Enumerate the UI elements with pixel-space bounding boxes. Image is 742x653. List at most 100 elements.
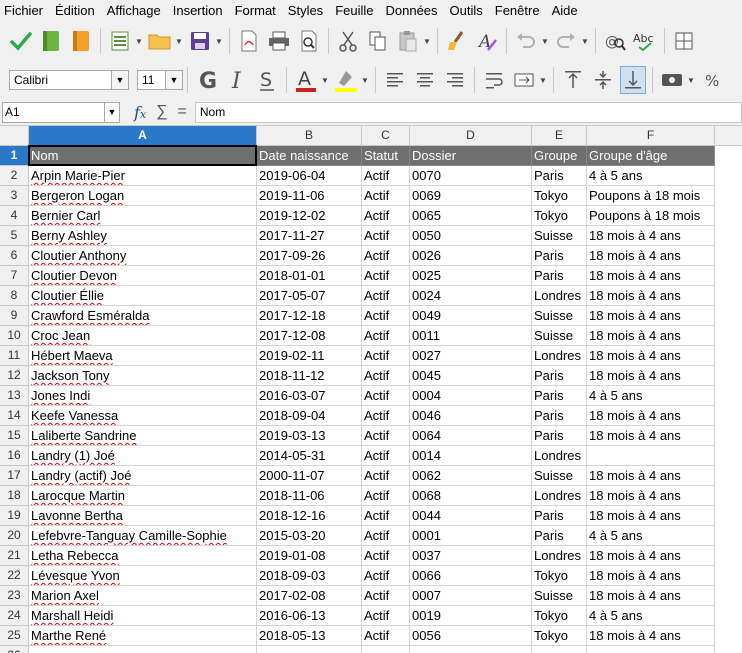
select-all-corner[interactable] bbox=[0, 126, 29, 146]
table-cell[interactable]: Actif bbox=[362, 266, 410, 286]
table-cell[interactable] bbox=[587, 446, 715, 466]
table-cell[interactable]: Actif bbox=[362, 486, 410, 506]
table-cell[interactable]: 0062 bbox=[410, 466, 532, 486]
table-cell[interactable]: Croc Jean bbox=[29, 326, 257, 346]
cut-icon[interactable] bbox=[335, 27, 361, 55]
table-cell[interactable]: Lefebvre-Tanguay Camille-Sophie bbox=[29, 526, 257, 546]
table-cell[interactable]: 0064 bbox=[410, 426, 532, 446]
table-cell[interactable]: Larocque Martin bbox=[29, 486, 257, 506]
row-header[interactable]: 3 bbox=[0, 186, 29, 206]
row-column-grid-icon[interactable] bbox=[671, 27, 697, 55]
table-cell[interactable]: 18 mois à 4 ans bbox=[587, 286, 715, 306]
menu-item[interactable]: Fenêtre bbox=[489, 0, 546, 21]
table-cell[interactable]: 2018-11-06 bbox=[257, 486, 362, 506]
table-cell[interactable]: 0046 bbox=[410, 406, 532, 426]
table-cell[interactable]: 4 à 5 ans bbox=[587, 526, 715, 546]
empty-cell[interactable] bbox=[410, 646, 532, 653]
table-cell[interactable]: Landry (1) Joé bbox=[29, 446, 257, 466]
table-cell[interactable]: Lavonne Bertha bbox=[29, 506, 257, 526]
row-header[interactable]: 12 bbox=[0, 366, 29, 386]
font-size-combo[interactable]: 11 ▼ bbox=[137, 70, 183, 90]
table-cell[interactable]: 2018-09-03 bbox=[257, 566, 362, 586]
table-cell[interactable]: 18 mois à 4 ans bbox=[587, 506, 715, 526]
table-cell[interactable]: Paris bbox=[532, 506, 587, 526]
undo-icon[interactable] bbox=[513, 27, 539, 55]
table-cell[interactable]: Tokyo bbox=[532, 566, 587, 586]
table-cell[interactable]: 2016-03-07 bbox=[257, 386, 362, 406]
table-cell[interactable]: 2017-12-08 bbox=[257, 326, 362, 346]
table-cell[interactable]: Suisse bbox=[532, 586, 587, 606]
menu-item[interactable]: Fichier bbox=[0, 0, 49, 21]
name-box[interactable]: A1 ▼ bbox=[2, 101, 120, 123]
table-cell[interactable]: Cloutier Anthony bbox=[29, 246, 257, 266]
table-cell[interactable]: 0068 bbox=[410, 486, 532, 506]
table-cell[interactable]: Tokyo bbox=[532, 606, 587, 626]
formula-input[interactable]: Nom bbox=[194, 101, 742, 123]
table-cell[interactable]: Berny Ashley bbox=[29, 226, 257, 246]
row-header[interactable]: 1 bbox=[0, 146, 29, 166]
table-cell[interactable]: Keefe Vanessa bbox=[29, 406, 257, 426]
row-header[interactable]: 21 bbox=[0, 546, 29, 566]
table-cell[interactable]: 18 mois à 4 ans bbox=[587, 626, 715, 646]
table-cell[interactable]: 2019-06-04 bbox=[257, 166, 362, 186]
table-cell[interactable]: 0044 bbox=[410, 506, 532, 526]
row-header[interactable]: 19 bbox=[0, 506, 29, 526]
menu-item[interactable]: Affichage bbox=[101, 0, 167, 21]
menu-item[interactable]: Feuille bbox=[329, 0, 379, 21]
table-cell[interactable]: 0037 bbox=[410, 546, 532, 566]
table-cell[interactable]: Actif bbox=[362, 406, 410, 426]
checkmark-icon[interactable] bbox=[8, 27, 34, 55]
export-pdf-icon[interactable] bbox=[236, 27, 262, 55]
bold-icon[interactable]: G bbox=[194, 66, 220, 94]
table-cell[interactable]: Actif bbox=[362, 446, 410, 466]
table-cell[interactable]: 18 mois à 4 ans bbox=[587, 366, 715, 386]
table-cell[interactable]: Paris bbox=[532, 266, 587, 286]
table-cell[interactable]: Actif bbox=[362, 506, 410, 526]
table-cell[interactable]: Bernier Carl bbox=[29, 206, 257, 226]
table-cell[interactable]: Marshall Heidi bbox=[29, 606, 257, 626]
table-cell[interactable]: 2018-01-01 bbox=[257, 266, 362, 286]
column-header[interactable]: D bbox=[410, 126, 532, 146]
table-cell[interactable]: 18 mois à 4 ans bbox=[587, 226, 715, 246]
row-header[interactable]: 22 bbox=[0, 566, 29, 586]
underline-icon[interactable]: S bbox=[254, 66, 280, 94]
table-cell[interactable]: 0027 bbox=[410, 346, 532, 366]
italic-icon[interactable]: I bbox=[224, 66, 250, 94]
table-cell[interactable]: 0014 bbox=[410, 446, 532, 466]
align-left-icon[interactable] bbox=[382, 66, 408, 94]
column-header[interactable]: E bbox=[532, 126, 587, 146]
row-header[interactable]: 7 bbox=[0, 266, 29, 286]
table-cell[interactable]: Suisse bbox=[532, 326, 587, 346]
chevron-down-icon[interactable]: ▼ bbox=[581, 37, 589, 46]
table-cell[interactable]: 18 mois à 4 ans bbox=[587, 486, 715, 506]
table-cell[interactable]: Londres bbox=[532, 486, 587, 506]
new-spreadsheet-icon[interactable] bbox=[107, 27, 133, 55]
header-cell[interactable]: Nom bbox=[29, 146, 257, 166]
table-cell[interactable]: 18 mois à 4 ans bbox=[587, 466, 715, 486]
chevron-down-icon[interactable]: ▼ bbox=[321, 76, 329, 85]
table-cell[interactable]: Suisse bbox=[532, 466, 587, 486]
column-header[interactable]: B bbox=[257, 126, 362, 146]
clone-formatting-icon[interactable] bbox=[444, 27, 470, 55]
align-center-icon[interactable] bbox=[412, 66, 438, 94]
copy-icon[interactable] bbox=[365, 27, 391, 55]
table-cell[interactable]: Lévesque Yvon bbox=[29, 566, 257, 586]
table-cell[interactable]: 18 mois à 4 ans bbox=[587, 566, 715, 586]
table-cell[interactable]: Marthe René bbox=[29, 626, 257, 646]
merge-cells-icon[interactable] bbox=[511, 66, 537, 94]
table-cell[interactable]: 2018-12-16 bbox=[257, 506, 362, 526]
empty-cell[interactable] bbox=[257, 646, 362, 653]
table-cell[interactable]: Actif bbox=[362, 306, 410, 326]
table-cell[interactable]: 0065 bbox=[410, 206, 532, 226]
spelling-icon[interactable]: Abc bbox=[632, 27, 658, 55]
empty-cell[interactable] bbox=[29, 646, 257, 653]
header-cell[interactable]: Groupe bbox=[532, 146, 587, 166]
table-cell[interactable]: Actif bbox=[362, 626, 410, 646]
table-cell[interactable]: Bergeron Logan bbox=[29, 186, 257, 206]
chevron-down-icon[interactable]: ▼ bbox=[541, 37, 549, 46]
chevron-down-icon[interactable]: ▼ bbox=[104, 102, 119, 122]
table-cell[interactable]: Londres bbox=[532, 286, 587, 306]
menu-item[interactable]: Outils bbox=[444, 0, 489, 21]
table-cell[interactable]: Tokyo bbox=[532, 186, 587, 206]
table-cell[interactable]: Landry (actif) Joé bbox=[29, 466, 257, 486]
